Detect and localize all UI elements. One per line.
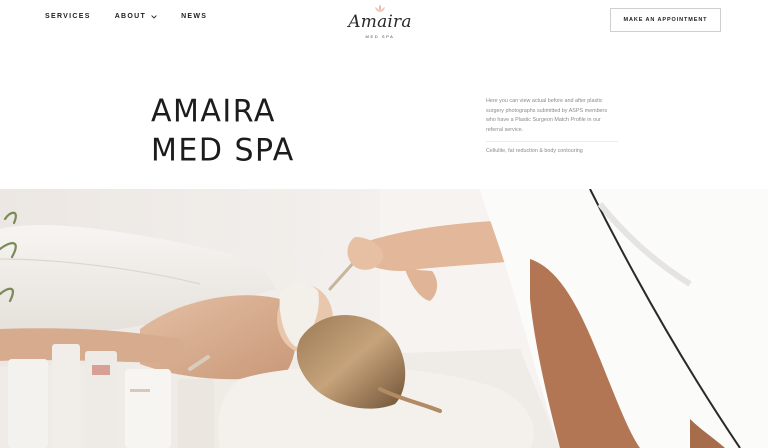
logo-subtitle: MED SPA xyxy=(365,34,395,39)
nav-item-services[interactable]: SERVICES xyxy=(45,13,91,20)
hero-divider xyxy=(486,141,618,142)
hero-image xyxy=(0,189,768,448)
page-title-line-2: MED SPA xyxy=(151,132,295,169)
hero-description: Here you can view actual before and afte… xyxy=(486,98,608,133)
nav-label-services: SERVICES xyxy=(45,13,91,20)
chevron-down-icon xyxy=(151,14,157,19)
logo-wordmark: Amaira xyxy=(348,12,412,32)
nav-label-about: ABOUT xyxy=(114,13,147,20)
page-title: AMAIRA MED SPA xyxy=(151,92,295,170)
nav-item-news[interactable]: NEWS xyxy=(181,13,207,20)
brand-logo[interactable]: Amaira MED SPA xyxy=(340,4,420,40)
nav-item-about[interactable]: ABOUT xyxy=(115,13,157,20)
main-nav: SERVICES ABOUT NEWS xyxy=(45,13,231,20)
nav-label-news: NEWS xyxy=(181,13,208,20)
make-appointment-button[interactable]: MAKE AN APPOINTMENT xyxy=(610,8,721,32)
hero-tag: Cellulite, fat reduction & body contouri… xyxy=(486,148,583,154)
page-title-line-1: AMAIRA xyxy=(151,93,276,130)
